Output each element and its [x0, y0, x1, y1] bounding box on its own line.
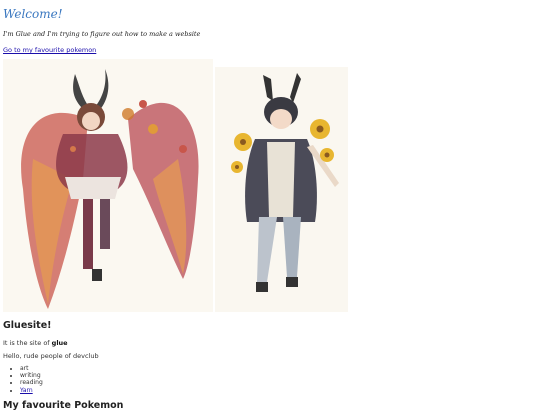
bunny-eared-character-with-flowers-painting: [215, 67, 348, 312]
site-owner-prefix: It is the site of: [3, 339, 52, 347]
list-item: reading: [20, 379, 43, 386]
list-item: writing: [20, 372, 43, 379]
winged-moth-character-painting: [3, 59, 213, 312]
intro-text: I'm Glue and I'm trying to figure out ho…: [3, 30, 201, 38]
yarn-link[interactable]: Yarn: [20, 387, 33, 394]
page-title: Welcome!: [3, 7, 63, 21]
site-owner-name: glue: [51, 339, 68, 347]
favourite-pokemon-link[interactable]: Go to my favourite pokemon: [3, 46, 96, 54]
favourite-pokemon-heading: My favourite Pokemon: [3, 400, 124, 411]
list-item: art: [20, 365, 43, 372]
site-owner-line: It is the site of glue: [3, 339, 68, 347]
list-item: Yarn: [20, 387, 43, 394]
hobby-list: art writing reading Yarn: [10, 365, 43, 394]
greeting-line: Hello, rude people of devclub: [3, 352, 99, 360]
site-title: Gluesite!: [3, 320, 52, 331]
